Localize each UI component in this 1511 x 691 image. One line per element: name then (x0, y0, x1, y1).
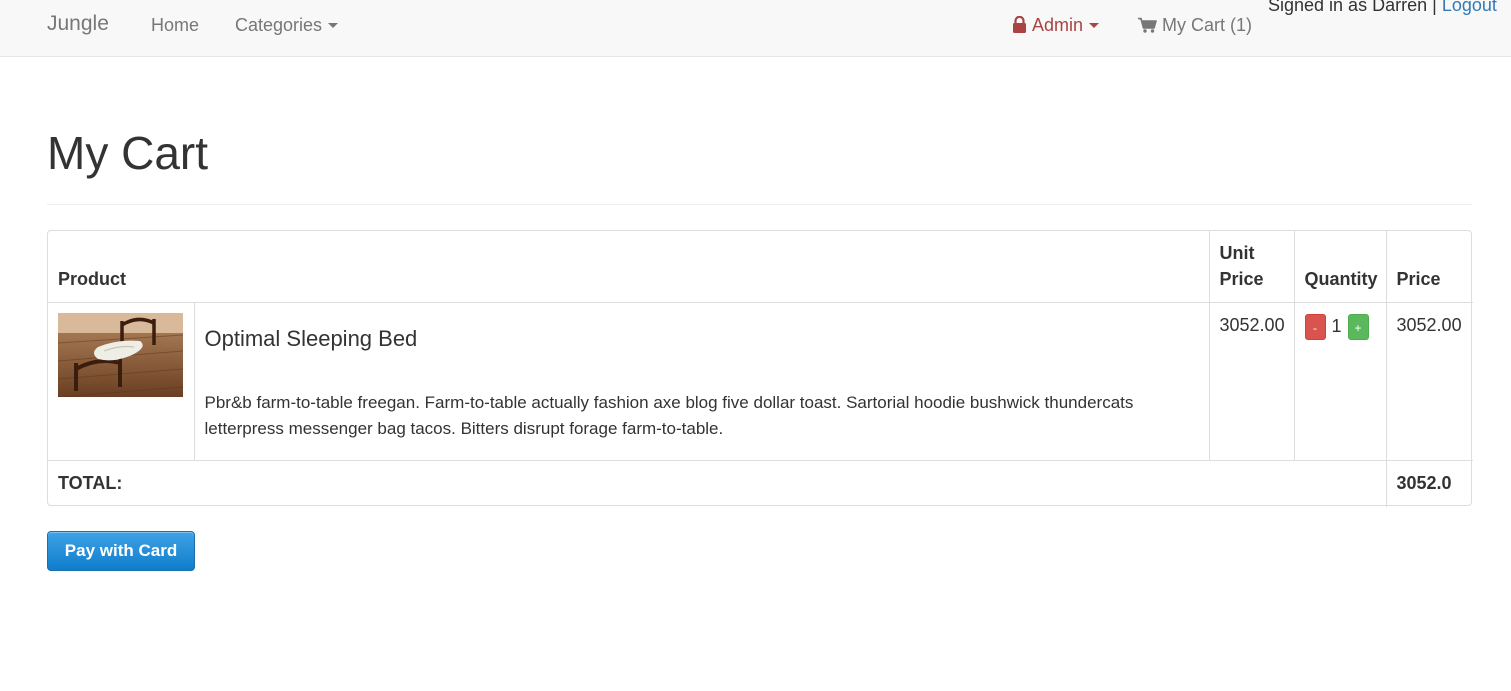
total-label: TOTAL: (48, 460, 1387, 507)
nav-cart-link[interactable]: My Cart (1) (1138, 15, 1252, 36)
pay-with-card-button[interactable]: Pay with Card (47, 531, 195, 571)
signed-in-text: Signed in as Darren (1268, 0, 1428, 15)
total-value: 3052.0 (1385, 460, 1474, 507)
table-header-row: Product Unit Price Quantity Price (48, 231, 1474, 304)
quantity-cell: - 1 + (1293, 302, 1387, 461)
price-cell: 3052.00 (1385, 302, 1474, 461)
signed-in-status: Signed in as Darren | Logout (1268, 0, 1497, 16)
product-description: Pbr&b farm-to-table freegan. Farm-to-tab… (204, 393, 1134, 438)
product-image (58, 313, 183, 398)
separator: | (1432, 0, 1437, 15)
nav-cart-label: My Cart (1) (1162, 15, 1252, 35)
decrement-quantity-button[interactable]: - (1304, 314, 1326, 341)
quantity-value: 1 (1331, 316, 1342, 337)
nav-categories-dropdown[interactable]: Categories (235, 15, 339, 36)
quantity-stepper: - 1 + (1304, 314, 1376, 341)
column-header-product: Product (48, 231, 1210, 304)
increment-quantity-button[interactable]: + (1347, 314, 1369, 341)
nav-home-link[interactable]: Home (151, 15, 199, 36)
product-name: Optimal Sleeping Bed (204, 326, 418, 352)
column-header-unit-price: Unit Price (1208, 231, 1295, 304)
unit-price-cell: 3052.00 (1208, 302, 1295, 461)
brand-link[interactable]: Jungle (47, 12, 109, 36)
product-details-cell: Optimal Sleeping Bed Pbr&b farm-to-table… (193, 302, 1210, 461)
page-divider (47, 204, 1472, 205)
column-header-price: Price (1385, 231, 1474, 304)
lock-icon (1013, 16, 1026, 33)
nav-categories-label: Categories (235, 15, 323, 35)
cart-panel: Product Unit Price Quantity Price Optima… (47, 230, 1474, 507)
top-navbar: Jungle Home Categories Admin My Cart (1)… (0, 0, 1511, 57)
total-row: TOTAL: 3052.0 (48, 460, 1474, 507)
caret-down-icon (1089, 22, 1100, 28)
shopping-cart-icon (1138, 17, 1157, 33)
column-header-quantity: Quantity (1293, 231, 1387, 304)
logout-link[interactable]: Logout (1442, 0, 1497, 15)
cart-table: Product Unit Price Quantity Price Optima… (48, 231, 1474, 507)
caret-down-icon (328, 22, 339, 28)
page-title: My Cart (47, 127, 208, 179)
nav-admin-label: Admin (1032, 15, 1084, 35)
table-row: Optimal Sleeping Bed Pbr&b farm-to-table… (48, 302, 1474, 461)
product-image-cell (48, 302, 194, 461)
nav-admin-dropdown[interactable]: Admin (1012, 15, 1100, 36)
